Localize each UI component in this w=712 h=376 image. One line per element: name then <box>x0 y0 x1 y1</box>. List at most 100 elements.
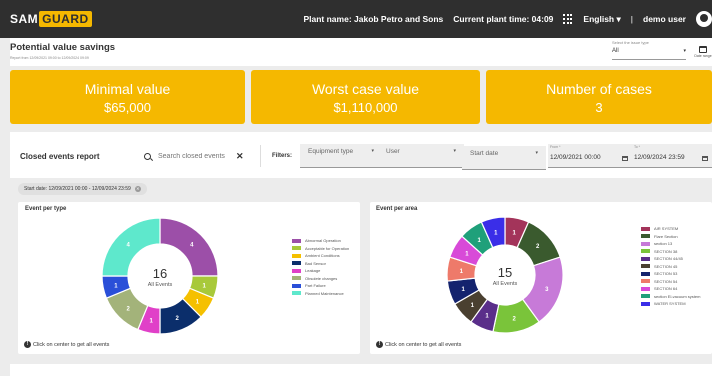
legend-swatch <box>641 286 650 291</box>
filter-label: Start date <box>470 150 499 157</box>
legend-item[interactable]: Ambient Conditions <box>292 252 349 260</box>
donut-center-label: All Events <box>148 282 173 288</box>
info-icon: ! <box>24 341 31 348</box>
legend-item[interactable]: Planned Maintenance <box>292 290 349 298</box>
top-bar: SAM GUARD Plant name: Jakob Petro and Son… <box>0 0 712 38</box>
legend-item[interactable]: Abnormal Operation <box>292 237 349 245</box>
legend-label: SECTION 45 <box>654 263 678 269</box>
legend-swatch <box>641 249 650 254</box>
chevron-down-icon: ▾ <box>371 148 374 154</box>
legend-swatch <box>292 261 301 266</box>
user-avatar-icon[interactable] <box>696 11 712 27</box>
legend-swatch <box>292 276 301 281</box>
search-box[interactable]: ✕ <box>140 146 250 166</box>
legend-item[interactable]: Leakage <box>292 267 349 275</box>
legend-item[interactable]: SECTION 53 <box>641 270 700 278</box>
kpi-label: Minimal value <box>84 81 171 97</box>
legend-swatch <box>292 268 301 273</box>
legend-item[interactable]: SECTION 54 <box>641 278 700 286</box>
language-selector[interactable]: English ▾ <box>583 14 620 25</box>
legend-label: SECTION 64 <box>654 286 678 292</box>
filter-start-date[interactable]: Start date ▾ <box>462 146 546 170</box>
search-input[interactable] <box>158 152 236 160</box>
legend-swatch <box>641 294 650 299</box>
issue-type-select[interactable]: All ▾ <box>612 48 686 60</box>
issue-type-value: All <box>612 48 619 54</box>
event-type-donut-chart[interactable]: 4112121416All Events <box>90 206 230 346</box>
date-range-button[interactable]: Date range <box>694 46 712 62</box>
bottom-panel <box>10 364 712 376</box>
legend-label: SECTION 53 <box>654 271 678 277</box>
legend-item[interactable]: SECTION 44/45 <box>641 255 700 263</box>
search-icon <box>144 152 151 160</box>
legend-item[interactable]: section 13 <box>641 240 700 248</box>
kpi-label: Number of cases <box>546 81 652 97</box>
legend-swatch <box>641 256 650 261</box>
chevron-down-icon: ▾ <box>535 150 538 156</box>
legend-swatch <box>641 241 650 246</box>
legend-label: section El-vacuum system <box>654 293 701 299</box>
info-icon: ! <box>376 341 383 348</box>
legend-item[interactable]: Acceptable for Operation <box>292 245 349 253</box>
legend-item[interactable]: WATER SYSTEM <box>641 300 700 308</box>
legend-item[interactable]: Bad Sensor <box>292 260 349 268</box>
footnote-text: Click on center to get all events <box>385 341 462 348</box>
legend-label: Part Failure <box>305 283 326 289</box>
kpi-minimal-value: Minimal value $65,000 <box>10 70 245 124</box>
page-title: Potential value savings <box>10 42 116 53</box>
legend-swatch <box>292 246 301 251</box>
chevron-down-icon: ▾ <box>616 13 621 24</box>
legend-label: Leakage <box>305 268 321 274</box>
legend-item[interactable]: SECTION 38 <box>641 248 700 256</box>
filter-user[interactable]: User ▾ <box>378 144 464 168</box>
chart-footnote: ! Click on center to get all events <box>24 341 109 348</box>
legend-item[interactable]: SECTION 45 <box>641 263 700 271</box>
legend-item[interactable]: SECTION 64 <box>641 285 700 293</box>
legend-swatch <box>641 301 650 306</box>
chevron-down-icon: ▾ <box>683 48 686 54</box>
calendar-icon[interactable] <box>702 156 708 161</box>
legend-swatch <box>292 283 301 288</box>
close-icon[interactable]: ✕ <box>236 151 244 162</box>
from-date-field[interactable]: From * 12/09/2021 00:00 <box>548 144 632 168</box>
legend-item[interactable]: section El-vacuum system <box>641 293 700 301</box>
to-date-field[interactable]: To * 12/09/2024 23:59 <box>632 144 712 168</box>
samguard-logo[interactable]: SAM GUARD <box>10 10 92 27</box>
chart-title: Event per area <box>376 206 418 212</box>
legend-label: WATER SYSTEM <box>654 301 686 307</box>
donut-center-label: All Events <box>493 281 518 287</box>
legend-swatch <box>641 279 650 284</box>
legend-swatch <box>641 226 650 231</box>
report-title: Closed events report <box>20 152 100 161</box>
legend-label: Ambient Conditions <box>305 253 340 259</box>
plant-name: Plant name: Jakob Petro and Sons <box>303 14 444 24</box>
calendar-icon[interactable] <box>622 156 628 161</box>
legend-item[interactable]: Flare Section <box>641 233 700 241</box>
close-icon[interactable]: ✕ <box>134 186 141 192</box>
event-area-legend: AIR SYSTEM Flare Section section 13 SECTION… <box>641 225 700 308</box>
chart-title: Event per type <box>25 206 67 212</box>
issue-type-label: Select the issue type <box>612 40 649 45</box>
legend-item[interactable]: Obsolete changes <box>292 275 349 283</box>
user-name[interactable]: demo user <box>643 14 686 24</box>
donut-center-total: 15 <box>498 265 512 280</box>
chip-label: Start date: 12/09/2021 00:00 - 12/09/202… <box>24 186 131 192</box>
legend-label: Bad Sensor <box>305 260 326 266</box>
legend-item[interactable]: AIR SYSTEM <box>641 225 700 233</box>
legend-label: Planned Maintenance <box>305 290 344 296</box>
active-filter-chip[interactable]: Start date: 12/09/2021 00:00 - 12/09/202… <box>18 183 147 195</box>
to-label: To * <box>634 145 641 149</box>
legend-label: Abnormal Operation <box>305 238 341 244</box>
toolbar-divider <box>260 145 261 167</box>
filter-equipment-type[interactable]: Equipment type ▾ <box>300 144 382 168</box>
from-label: From * <box>550 145 561 149</box>
donut-center-total: 16 <box>153 266 167 281</box>
legend-label: AIR SYSTEM <box>654 226 679 232</box>
event-type-legend: Abnormal Operation Acceptable for Operati… <box>292 237 349 297</box>
kpi-value: 3 <box>595 100 603 115</box>
apps-grid-icon[interactable] <box>563 14 573 24</box>
event-area-donut-chart[interactable]: 1232111111115All Events <box>440 210 570 340</box>
legend-item[interactable]: Part Failure <box>292 282 349 290</box>
to-value: 12/09/2024 23:59 <box>634 154 685 161</box>
legend-label: Acceptable for Operation <box>305 245 350 251</box>
